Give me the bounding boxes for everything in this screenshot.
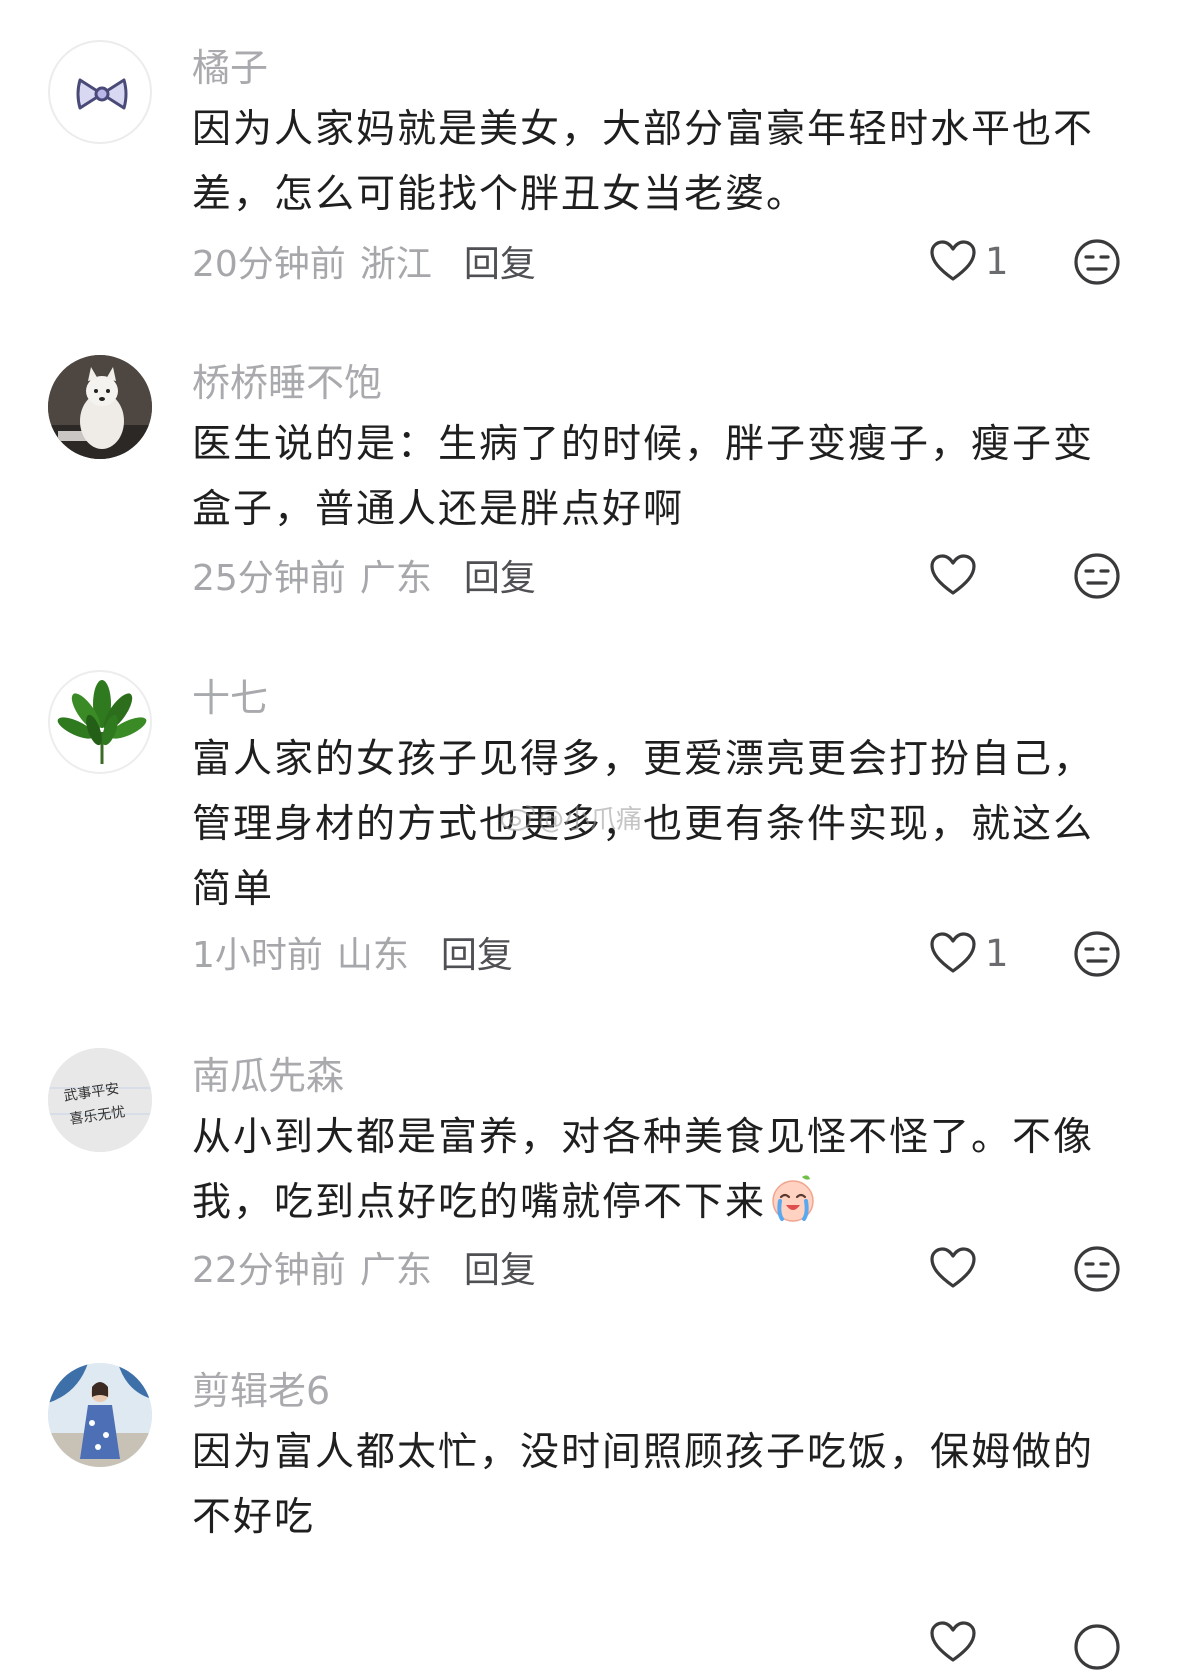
comment-time: 1小时前 bbox=[192, 935, 323, 976]
reply-button[interactable]: 回复 bbox=[464, 549, 536, 601]
like-count: 1 bbox=[985, 931, 1009, 975]
handwriting-avatar: 武事平安 喜乐无忧 bbox=[48, 1048, 152, 1152]
heart-outline-icon bbox=[930, 240, 976, 281]
reply-button[interactable]: 回复 bbox=[441, 926, 513, 978]
bow-icon bbox=[76, 78, 128, 110]
heart-outline-icon bbox=[930, 554, 976, 595]
username[interactable]: 十七 bbox=[192, 676, 268, 720]
like-button[interactable] bbox=[929, 1242, 985, 1294]
avatar[interactable] bbox=[48, 40, 152, 144]
reply-button[interactable]: 回复 bbox=[464, 1241, 536, 1293]
username[interactable]: 南瓜先森 bbox=[192, 1054, 344, 1098]
comment-meta: 20分钟前 浙江 回复 bbox=[192, 237, 536, 285]
username[interactable]: 橘子 bbox=[192, 46, 268, 90]
comment-location: 浙江 bbox=[359, 244, 432, 285]
heart-outline-icon bbox=[930, 932, 976, 973]
plant-bouquet-icon bbox=[57, 680, 147, 764]
comment-meta: 25分钟前 广东 回复 bbox=[192, 551, 536, 599]
comment-text: 医生说的是：生病了的时候，胖子变瘦子，瘦子变盒子，普通人还是胖点好啊 bbox=[192, 422, 1095, 532]
comment-text-content: 从小到大都是富养，对各种美食见怪不怪了。不像我，吃到点好吃的嘴就停不下来 bbox=[192, 1115, 1095, 1225]
comment-meta: 22分钟前 广东 回复 bbox=[192, 1243, 536, 1291]
neutral-face-icon[interactable] bbox=[1072, 237, 1122, 287]
comment-location: 广东 bbox=[359, 558, 432, 599]
avatar[interactable] bbox=[48, 670, 152, 774]
neutral-face-icon[interactable] bbox=[1072, 929, 1122, 979]
avatar[interactable] bbox=[48, 355, 152, 459]
comment-location: 山东 bbox=[336, 935, 409, 976]
photo-avatar bbox=[48, 1363, 152, 1467]
neutral-face-icon[interactable] bbox=[1072, 551, 1122, 601]
comment-text: 富人家的女孩子见得多，更爱漂亮更会打扮自己，管理身材的方式也更多，也更有条件实现… bbox=[192, 737, 1095, 912]
avatar[interactable]: 武事平安 喜乐无忧 bbox=[48, 1048, 152, 1152]
comment-time: 22分钟前 bbox=[192, 1250, 346, 1291]
reply-button[interactable]: 回复 bbox=[464, 235, 536, 287]
watermark: @小爪痛 bbox=[500, 800, 643, 835]
comment-text: 因为富人都太忙，没时间照顾孩子吃饭，保姆做的不好吃 bbox=[192, 1430, 1095, 1540]
username[interactable]: 剪辑老6 bbox=[192, 1369, 330, 1413]
like-button[interactable]: 1 bbox=[929, 927, 1009, 979]
neutral-face-icon[interactable] bbox=[1072, 1244, 1122, 1294]
comment-location: 广东 bbox=[359, 1250, 432, 1291]
username[interactable]: 桥桥睡不饱 bbox=[192, 361, 382, 405]
comment-time: 20分钟前 bbox=[192, 244, 346, 285]
comment-meta bbox=[192, 1622, 238, 1670]
crying-face-emoji bbox=[772, 1175, 814, 1222]
avatar[interactable] bbox=[48, 1363, 152, 1467]
heart-outline-icon bbox=[930, 1247, 976, 1288]
comment-meta: 1小时前 山东 回复 bbox=[192, 928, 513, 976]
weibo-logo-icon bbox=[501, 805, 535, 831]
comment-text: 从小到大都是富养，对各种美食见怪不怪了。不像我，吃到点好吃的嘴就停不下来 bbox=[192, 1105, 1112, 1235]
heart-outline-icon[interactable] bbox=[929, 1620, 977, 1664]
comment-time: 25分钟前 bbox=[192, 558, 346, 599]
like-button[interactable] bbox=[929, 549, 985, 601]
watermark-text: @小爪痛 bbox=[538, 804, 643, 835]
like-count: 1 bbox=[985, 239, 1009, 283]
dog-photo-icon bbox=[48, 355, 152, 459]
comment-text: 因为人家妈就是美女，大部分富豪年轻时水平也不差，怎么可能找个胖丑女当老婆。 bbox=[192, 107, 1095, 217]
neutral-face-icon[interactable] bbox=[1072, 1622, 1122, 1672]
like-button[interactable]: 1 bbox=[929, 235, 1009, 287]
